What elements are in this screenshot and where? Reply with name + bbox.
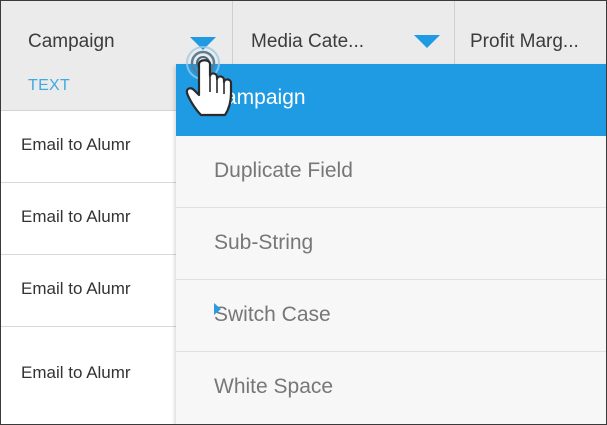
menu-item-switch-case[interactable]: Switch Case <box>176 280 606 352</box>
column-title: Campaign <box>28 31 115 52</box>
column-title: Media Cate... <box>251 31 364 52</box>
table-row: Email to Alumr <box>1 327 176 424</box>
menu-item-white-space[interactable]: White Space <box>176 352 606 424</box>
menu-item-label: Duplicate Field <box>214 159 353 182</box>
column-type-label: TEXT <box>28 77 71 94</box>
column-title: Profit Marg... <box>470 31 579 52</box>
table-row: Email to Alumr <box>1 111 176 183</box>
table-row: Email to Alumr <box>1 183 176 255</box>
hand-pointer-icon <box>185 46 233 117</box>
cell-campaign: Email to Alumr <box>21 207 131 226</box>
menu-item-campaign[interactable]: ampaign <box>176 64 606 136</box>
triangle-down-icon[interactable] <box>414 35 440 48</box>
table-row: Email to Alumr <box>1 255 176 327</box>
menu-item-sub-string[interactable]: Sub-String <box>176 208 606 280</box>
cell-campaign: Email to Alumr <box>21 135 131 154</box>
cell-campaign: Email to Alumr <box>21 363 131 382</box>
chevron-right-icon <box>214 303 221 315</box>
menu-item-label: White Space <box>214 375 334 398</box>
data-preparation-table: Campaign TEXT Media Cate... Profit Marg.… <box>0 0 607 425</box>
cell-campaign: Email to Alumr <box>21 279 131 298</box>
column-context-menu: ampaign Duplicate Field Sub-String Switc… <box>176 64 606 424</box>
menu-item-duplicate-field[interactable]: Duplicate Field <box>176 136 606 208</box>
menu-item-label: Sub-String <box>214 231 314 254</box>
menu-item-label: Switch Case <box>214 303 331 326</box>
menu-item-label: ampaign <box>225 86 306 109</box>
